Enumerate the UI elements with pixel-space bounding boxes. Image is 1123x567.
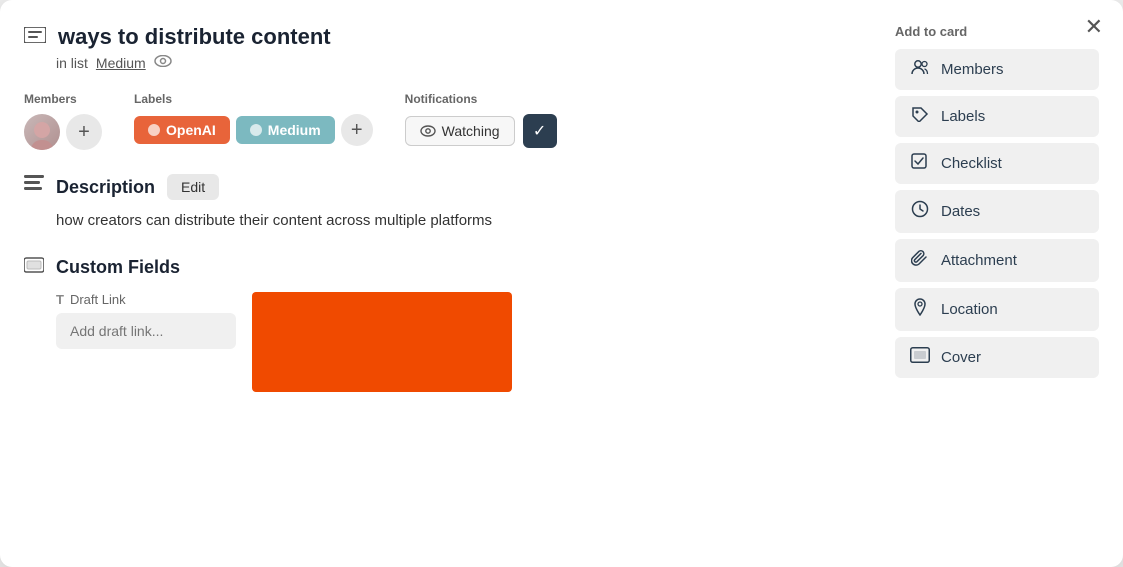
list-link[interactable]: Medium — [96, 55, 146, 71]
labels-label: Labels — [134, 92, 373, 106]
labels-sidebar-icon — [909, 106, 931, 127]
description-header: Description Edit — [24, 174, 855, 200]
sidebar-item-members[interactable]: Members — [895, 49, 1099, 90]
members-sidebar-icon — [909, 59, 931, 80]
watching-check-button[interactable]: ✓ — [523, 114, 557, 148]
notifications-row: Watching ✓ — [405, 114, 557, 148]
label-openai-text: OpenAI — [166, 122, 216, 138]
card-modal: ✕ ways to distribute content in list Med… — [0, 0, 1123, 567]
labels-row: OpenAI Medium + — [134, 114, 373, 146]
sidebar-item-attachment[interactable]: Attachment — [895, 239, 1099, 282]
card-type-icon — [24, 26, 46, 49]
label-dot-openai — [148, 124, 160, 136]
sidebar-item-location[interactable]: Location — [895, 288, 1099, 331]
sidebar-item-cover[interactable]: Cover — [895, 337, 1099, 378]
custom-fields-icon — [24, 257, 44, 278]
custom-fields-header: Custom Fields — [24, 257, 855, 278]
checklist-sidebar-icon — [909, 153, 931, 174]
watch-icon[interactable] — [154, 54, 172, 72]
notifications-label: Notifications — [405, 92, 557, 106]
members-label: Members — [24, 92, 102, 106]
meta-row: Members + Labels Op — [24, 92, 855, 150]
add-label-button[interactable]: + — [341, 114, 373, 146]
sidebar-item-checklist[interactable]: Checklist — [895, 143, 1099, 184]
watching-label: Watching — [442, 123, 500, 139]
sidebar-labels-label: Labels — [941, 108, 985, 125]
sidebar-cover-label: Cover — [941, 349, 981, 366]
dates-sidebar-icon — [909, 200, 931, 223]
notifications-section: Notifications Watching ✓ — [405, 92, 557, 148]
custom-fields-title: Custom Fields — [56, 257, 180, 278]
draft-link-label-row: T Draft Link — [56, 292, 236, 307]
orange-preview-box — [252, 292, 512, 392]
draft-link-input[interactable] — [56, 313, 236, 349]
watching-button[interactable]: Watching — [405, 116, 515, 146]
attachment-sidebar-icon — [909, 249, 931, 272]
card-list-row: in list Medium — [56, 54, 855, 72]
members-row: + — [24, 114, 102, 150]
watching-eye-icon — [420, 125, 436, 137]
cover-sidebar-icon — [909, 347, 931, 368]
sidebar-checklist-label: Checklist — [941, 155, 1002, 172]
avatar[interactable] — [24, 114, 60, 150]
sidebar-item-dates[interactable]: Dates — [895, 190, 1099, 233]
in-list-text: in list — [56, 55, 88, 71]
edit-description-button[interactable]: Edit — [167, 174, 219, 200]
sidebar-dates-label: Dates — [941, 203, 980, 220]
label-dot-medium — [250, 124, 262, 136]
location-sidebar-icon — [909, 298, 931, 321]
card-title: ways to distribute content — [58, 24, 331, 50]
description-title: Description — [56, 177, 155, 198]
close-button[interactable]: ✕ — [1085, 16, 1103, 38]
label-medium-text: Medium — [268, 122, 321, 138]
draft-link-label-text: Draft Link — [70, 292, 126, 307]
custom-fields-section: Custom Fields T Draft Link — [24, 257, 855, 392]
description-text: how creators can distribute their conten… — [56, 212, 855, 229]
sidebar-members-label: Members — [941, 61, 1004, 78]
add-member-button[interactable]: + — [66, 114, 102, 150]
sidebar-item-labels[interactable]: Labels — [895, 96, 1099, 137]
text-type-icon: T — [56, 292, 64, 307]
members-section: Members + — [24, 92, 102, 150]
sidebar: Add to card Members Labels — [879, 24, 1099, 543]
label-medium[interactable]: Medium — [236, 116, 335, 144]
check-icon: ✓ — [533, 121, 546, 141]
card-title-row: ways to distribute content — [24, 24, 855, 50]
sidebar-location-label: Location — [941, 301, 998, 318]
add-to-card-label: Add to card — [895, 24, 1099, 39]
custom-fields-body: T Draft Link — [56, 292, 855, 392]
sidebar-attachment-label: Attachment — [941, 252, 1017, 269]
description-icon — [24, 175, 44, 199]
main-content: ways to distribute content in list Mediu… — [24, 24, 879, 543]
label-openai[interactable]: OpenAI — [134, 116, 230, 144]
labels-section: Labels OpenAI Medium + — [134, 92, 373, 146]
draft-link-field: T Draft Link — [56, 292, 236, 349]
